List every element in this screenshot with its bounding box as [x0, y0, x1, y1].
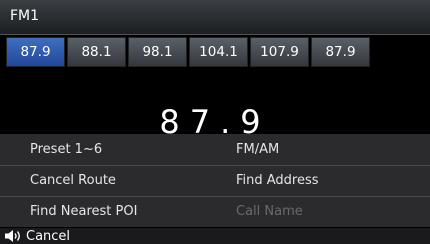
header-bar: FM1: [0, 0, 430, 35]
cancel-button[interactable]: Cancel: [4, 228, 70, 244]
preset-1[interactable]: 87.9: [6, 37, 65, 67]
preset-3[interactable]: 98.1: [128, 37, 187, 67]
menu-item-call-name: Call Name: [236, 204, 303, 219]
menu-item-preset[interactable]: Preset 1~6: [30, 134, 102, 165]
voice-menu: Preset 1~6 FM/AM Cancel Route Find Addre…: [0, 134, 430, 227]
speaker-icon: [5, 230, 20, 242]
menu-item-find-address[interactable]: Find Address: [236, 165, 319, 196]
preset-4[interactable]: 104.1: [189, 37, 248, 67]
cancel-label: Cancel: [26, 228, 71, 244]
preset-2[interactable]: 88.1: [67, 37, 126, 67]
preset-6[interactable]: 87.9: [311, 37, 370, 67]
preset-bar: 87.9 88.1 98.1 104.1 107.9 87.9: [6, 37, 430, 67]
menu-item-cancel-route[interactable]: Cancel Route: [30, 165, 116, 196]
preset-5[interactable]: 107.9: [250, 37, 309, 67]
menu-item-fm-am[interactable]: FM/AM: [236, 134, 279, 165]
band-title: FM1: [10, 8, 40, 24]
menu-item-find-nearest-poi[interactable]: Find Nearest POI: [30, 196, 137, 227]
